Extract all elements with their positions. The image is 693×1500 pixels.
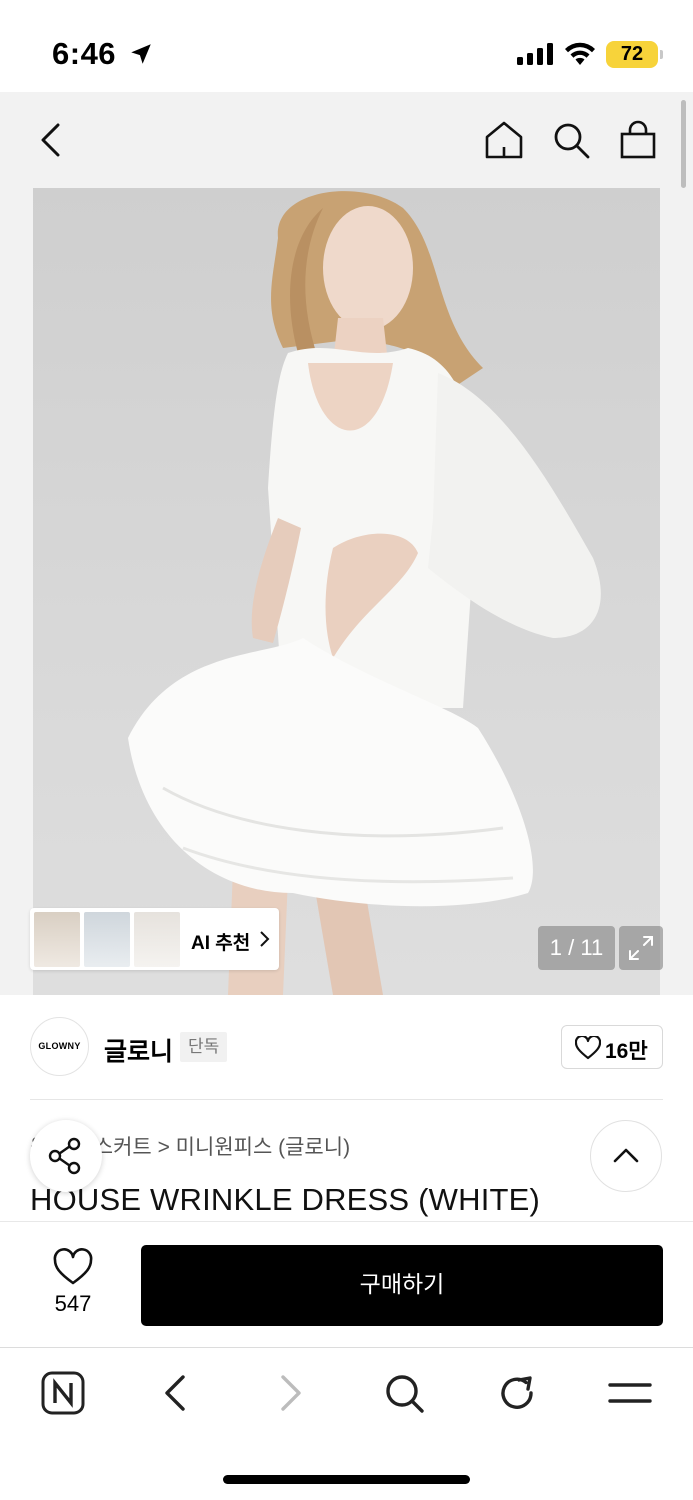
search-icon[interactable] (551, 120, 591, 160)
expand-button[interactable] (619, 926, 663, 970)
exclusive-badge: 단독 (180, 1032, 228, 1062)
ai-thumbnail-3[interactable] (134, 912, 180, 967)
product-like-button[interactable]: 547 (40, 1246, 106, 1326)
scroll-to-top-button[interactable] (590, 1120, 662, 1192)
ai-recommend-chip[interactable]: AI 추천 (30, 908, 279, 970)
divider (30, 1099, 663, 1100)
home-indicator[interactable] (223, 1475, 470, 1484)
chevron-right-icon (260, 931, 270, 947)
product-like-count: 547 (54, 1291, 92, 1316)
forward-icon[interactable] (266, 1369, 314, 1417)
share-button[interactable] (30, 1120, 102, 1192)
cell-signal-icon (517, 43, 553, 65)
back-icon[interactable] (152, 1369, 200, 1417)
ai-recommend-label: AI 추천 (191, 933, 251, 954)
battery-indicator: 72 (606, 41, 663, 68)
ai-thumbnail-2[interactable] (84, 912, 130, 967)
share-icon (48, 1137, 81, 1175)
page-scrollbar[interactable] (681, 100, 686, 188)
buy-button[interactable]: 구매하기 (141, 1245, 663, 1326)
menu-icon[interactable] (606, 1369, 654, 1417)
heart-icon (575, 1036, 601, 1060)
search-icon[interactable] (380, 1369, 428, 1417)
brand-like-count: 16만 (605, 1040, 648, 1063)
heart-icon (53, 1248, 93, 1285)
model-illustration (128, 191, 601, 995)
product-title: HOUSE WRINKLE DRESS (WHITE) (30, 1182, 541, 1217)
status-bar: 6:46 72 (0, 0, 693, 92)
expand-icon (629, 936, 653, 960)
shopping-bag-icon[interactable] (618, 120, 658, 160)
brand-name[interactable]: 글로니 (104, 1032, 173, 1068)
ai-thumbnail-1[interactable] (34, 912, 80, 967)
status-time: 6:46 (52, 36, 117, 71)
brand-logo[interactable]: GLOWNY (30, 1017, 89, 1076)
wifi-icon (565, 42, 595, 65)
brand-like-button[interactable]: 16만 (561, 1025, 663, 1069)
back-icon[interactable] (32, 120, 72, 160)
home-icon[interactable] (484, 120, 524, 160)
product-photo[interactable] (33, 188, 660, 995)
image-page-counter: 1 / 11 (538, 926, 615, 970)
chevron-up-icon (613, 1148, 639, 1163)
refresh-icon[interactable] (493, 1369, 541, 1417)
location-arrow-icon (131, 44, 151, 64)
naver-icon[interactable] (39, 1369, 87, 1417)
